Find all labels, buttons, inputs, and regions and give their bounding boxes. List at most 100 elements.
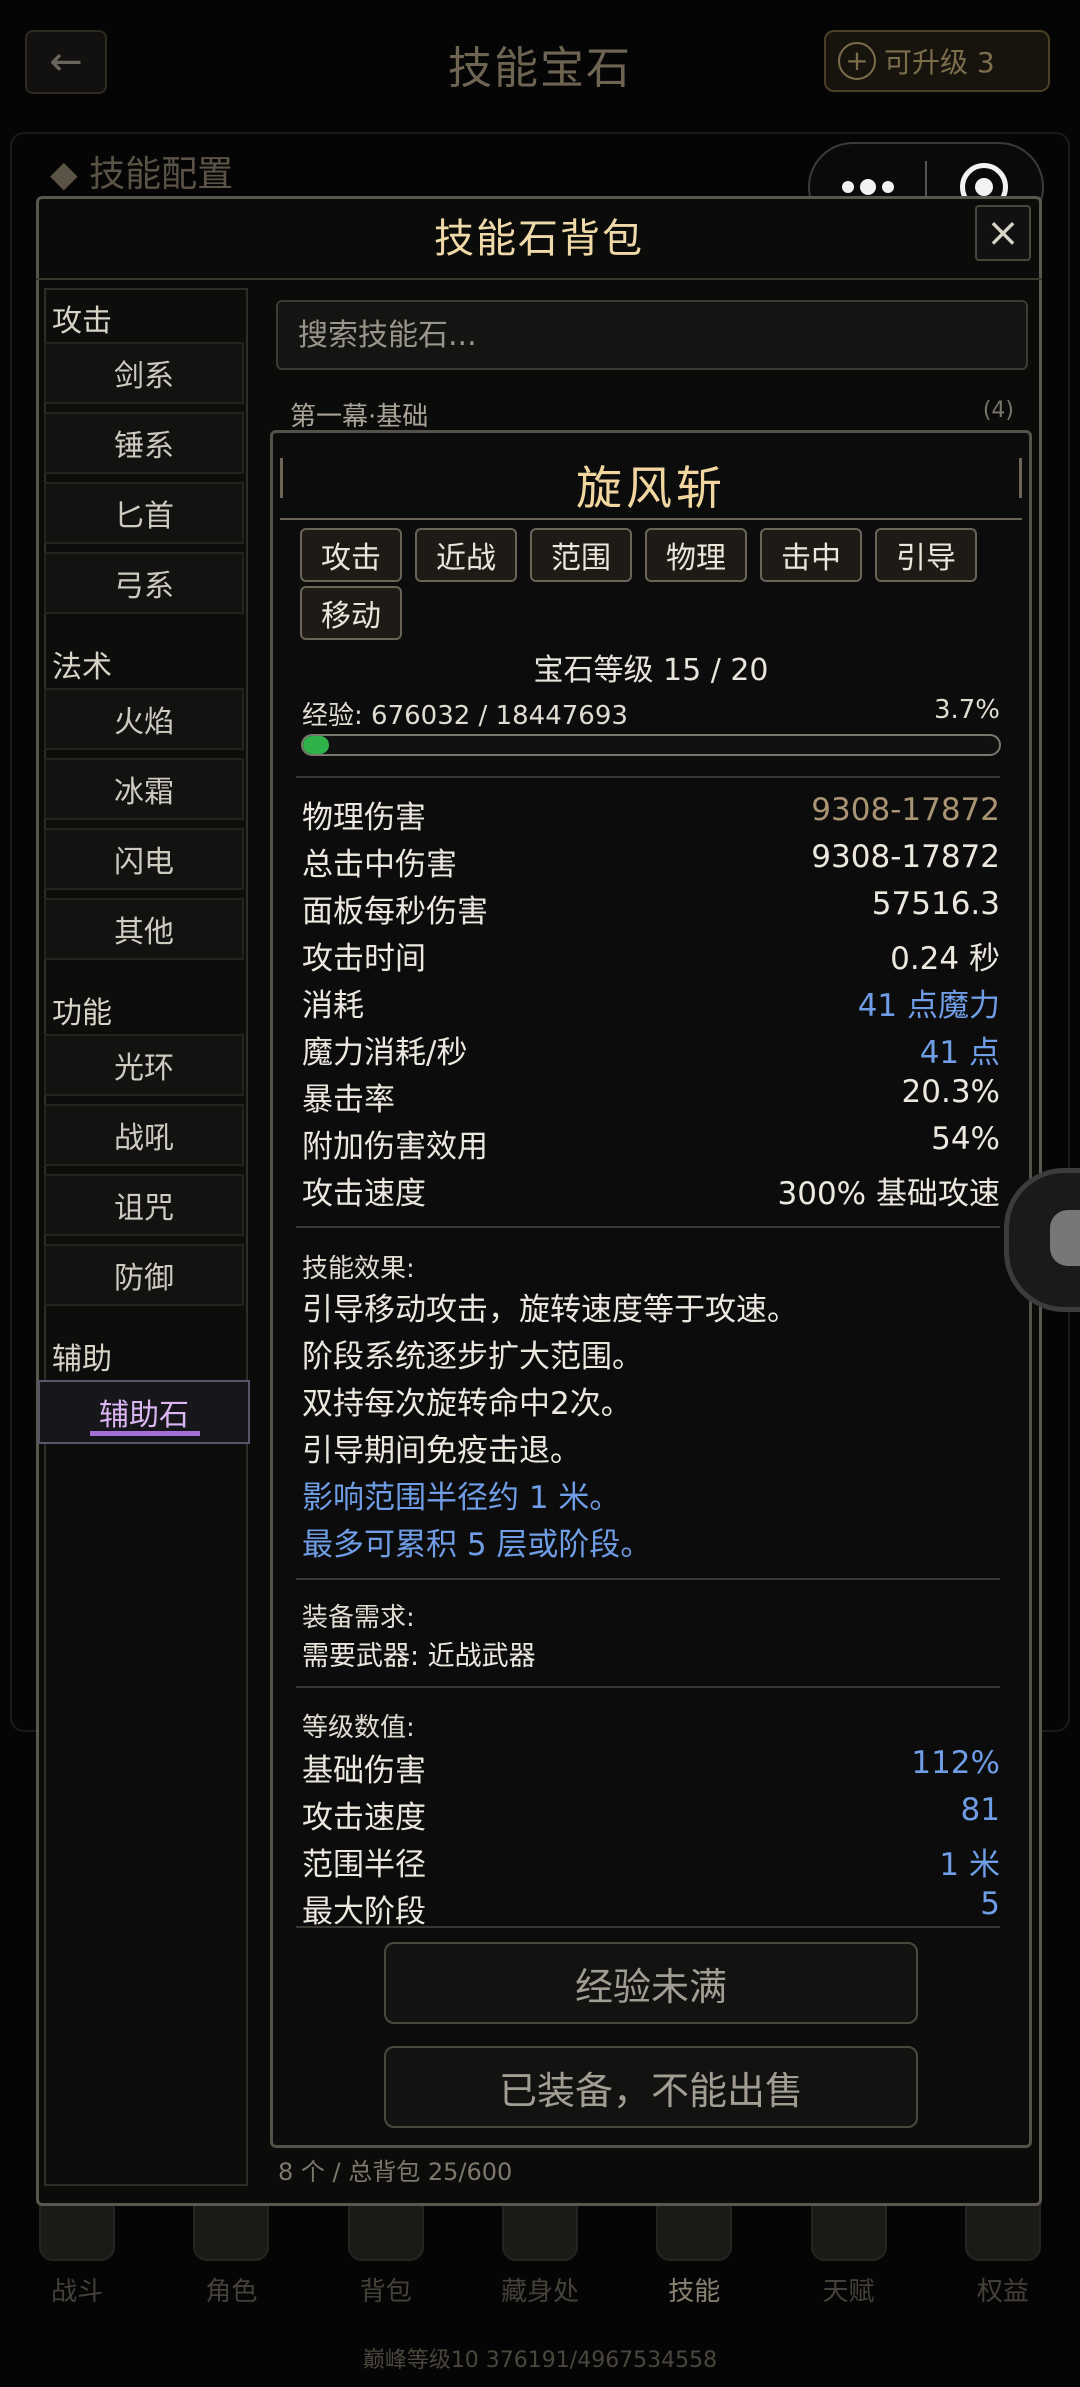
nav-label: 战斗 [51, 2277, 104, 2307]
selected-indicator [90, 1431, 200, 1436]
peak-level-footer: 巅峰等级10 376191/4967534558 [362, 2348, 718, 2373]
category-item-bow[interactable]: 弓系 [44, 552, 244, 614]
tag-melee: 近战 [415, 528, 517, 582]
level-stat-value-radius: 1 米 [939, 1847, 1000, 1883]
stat-value-added-damage-effectiveness: 54% [931, 1121, 1000, 1157]
exp-text: 经验: 676032 / 18447693 [302, 701, 628, 731]
level-stat-value-max-stage: 5 [980, 1886, 1000, 1922]
upgrade-button[interactable]: + 可升级 3 [824, 30, 1050, 92]
divider [296, 1686, 1000, 1688]
bag-capacity: 8 个 / 总背包 25/600 [278, 2158, 513, 2186]
more-options-icon[interactable] [810, 179, 925, 195]
category-item-defense[interactable]: 防御 [44, 1244, 244, 1306]
stat-value-cost: 41 点魔力 [857, 988, 1000, 1024]
nav-item-bag[interactable]: 背包 [316, 2185, 456, 2325]
level-stat-label-attack-speed: 攻击速度 [302, 1800, 426, 1836]
category-item-fire[interactable]: 火焰 [44, 688, 244, 750]
bag-title: 技能石背包 [434, 216, 644, 262]
effect-line: 引导期间免疫击退。 [302, 1433, 581, 1469]
nav-item-talent[interactable]: 天赋 [779, 2185, 919, 2325]
category-item-frost[interactable]: 冰霜 [44, 758, 244, 820]
category-item-other[interactable]: 其他 [44, 898, 244, 960]
gem-name: 旋风斩 [576, 461, 726, 515]
stat-label-attack-speed: 攻击速度 [302, 1176, 426, 1212]
search-input[interactable] [278, 302, 1026, 368]
category-item-support-gem[interactable]: 辅助石 [38, 1380, 250, 1444]
stat-value-crit-rate: 20.3% [901, 1074, 1000, 1110]
effect-line: 最多可累积 5 层或阶段。 [302, 1527, 652, 1563]
category-item-lightning[interactable]: 闪电 [44, 828, 244, 890]
category-item-aura[interactable]: 光环 [44, 1034, 244, 1096]
exp-percent: 3.7% [933, 695, 1000, 725]
chapter-count: (4) [982, 398, 1014, 423]
category-item-curse[interactable]: 诅咒 [44, 1174, 244, 1236]
effect-line: 阶段系统逐步扩大范围。 [302, 1339, 643, 1375]
stat-label-physical-damage: 物理伤害 [302, 800, 426, 836]
effect-line: 影响范围半径约 1 米。 [302, 1480, 621, 1516]
stat-label-attack-time: 攻击时间 [302, 941, 426, 977]
requirement-line: 需要武器: 近战武器 [302, 1641, 536, 1672]
nav-label: 背包 [359, 2277, 412, 2307]
top-bar: ← 技能宝石 + 可升级 3 [0, 0, 1080, 125]
tag-area: 范围 [530, 528, 632, 582]
level-stat-value-base-damage: 112% [911, 1745, 1000, 1781]
tag-hit: 击中 [760, 528, 862, 582]
stat-value-attack-speed: 300% 基础攻速 [777, 1176, 1000, 1212]
nav-item-benefits[interactable]: 权益 [933, 2185, 1073, 2325]
stat-label-crit-rate: 暴击率 [302, 1082, 395, 1118]
category-item-hammer[interactable]: 锤系 [44, 412, 244, 474]
category-item-label: 辅助石 [99, 1398, 189, 1433]
nav-label: 藏身处 [500, 2277, 579, 2307]
chapter-label: 第一幕·基础 [290, 402, 429, 432]
stat-label-dps: 面板每秒伤害 [302, 894, 488, 930]
stat-value-attack-time: 0.24 秒 [890, 941, 1000, 977]
category-group-spell: 法术 [52, 650, 112, 685]
level-values-heading: 等级数值: [302, 1713, 415, 1743]
chapter-group-header[interactable]: 第一幕·基础 (4) [276, 392, 1028, 432]
stat-label-added-damage-effectiveness: 附加伤害效用 [302, 1129, 488, 1165]
tag-movement: 移动 [300, 586, 402, 640]
close-button[interactable]: × [975, 205, 1031, 261]
bottom-nav: 战斗 角色 背包 藏身处 技能 天赋 权益 [0, 2185, 1080, 2325]
category-item-dagger[interactable]: 匕首 [44, 482, 244, 544]
divider [296, 1926, 1000, 1928]
exp-progress-fill [303, 736, 329, 754]
stat-label-mana-per-sec: 魔力消耗/秒 [302, 1035, 468, 1071]
cannot-sell-button[interactable]: 已装备，不能出售 [384, 2046, 918, 2128]
category-group-support: 辅助 [52, 1342, 112, 1377]
nav-item-hideout[interactable]: 藏身处 [470, 2185, 610, 2325]
nav-label: 天赋 [822, 2277, 875, 2307]
effect-line: 双持每次旋转命中2次。 [302, 1386, 632, 1422]
category-item-warcry[interactable]: 战吼 [44, 1104, 244, 1166]
tag-attack: 攻击 [300, 528, 402, 582]
level-stat-label-max-stage: 最大阶段 [302, 1894, 426, 1930]
nav-item-battle[interactable]: 战斗 [7, 2185, 147, 2325]
divider [296, 1578, 1000, 1580]
nav-label: 技能 [668, 2277, 721, 2307]
category-group-utility: 功能 [52, 996, 112, 1031]
level-stat-value-attack-speed: 81 [960, 1792, 1000, 1828]
category-item-sword[interactable]: 剑系 [44, 342, 244, 404]
plus-circle-icon: + [838, 42, 876, 80]
nav-label: 权益 [976, 2277, 1029, 2307]
effect-line: 引导移动攻击，旋转速度等于攻速。 [302, 1292, 798, 1328]
gem-level: 宝石等级 15 / 20 [533, 653, 769, 688]
stat-label-total-hit-damage: 总击中伤害 [302, 847, 457, 883]
requirement-heading: 装备需求: [302, 1603, 415, 1633]
stat-value-mana-per-sec: 41 点 [919, 1035, 1000, 1071]
exp-progress-bar [301, 734, 1001, 756]
exp-not-full-button[interactable]: 经验未满 [384, 1942, 918, 2024]
helmet-icon [1050, 1210, 1080, 1266]
tag-channel: 引导 [875, 528, 977, 582]
upgrade-label: 可升级 3 [884, 46, 995, 79]
stat-value-total-hit-damage: 9308-17872 [811, 839, 1000, 875]
nav-item-skills[interactable]: 技能 [624, 2185, 764, 2325]
tag-physical: 物理 [645, 528, 747, 582]
nav-label: 角色 [205, 2277, 258, 2307]
level-stat-label-base-damage: 基础伤害 [302, 1753, 426, 1789]
section-title: ◆ 技能配置 [50, 154, 234, 195]
close-icon: × [986, 210, 1020, 256]
effect-heading: 技能效果: [302, 1254, 415, 1284]
nav-item-character[interactable]: 角色 [161, 2185, 301, 2325]
search-box [276, 300, 1028, 370]
